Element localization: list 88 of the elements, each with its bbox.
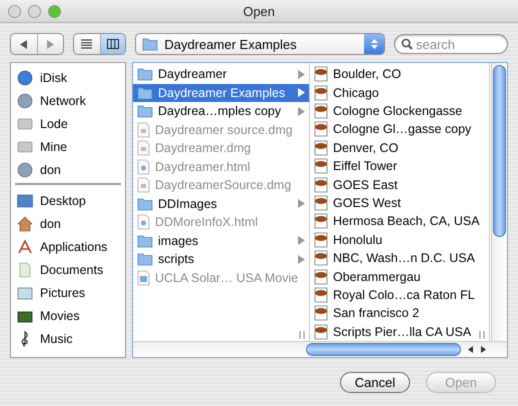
file-row[interactable]: Cologne Gl…gasse copy (310, 120, 489, 139)
horizontal-scrollbar[interactable] (133, 341, 507, 357)
file-row[interactable]: Daydrea…mples copy (133, 102, 309, 120)
left-arrow-icon (468, 346, 473, 353)
sidebar-item[interactable]: Music (11, 327, 125, 350)
hard-drive-icon (16, 116, 34, 132)
document-icon (314, 250, 328, 266)
file-row[interactable]: Honolulu (310, 230, 489, 250)
minimize-button[interactable] (28, 4, 41, 18)
sidebar-item[interactable]: don (11, 212, 125, 235)
document-icon (314, 176, 328, 193)
document-icon (314, 268, 328, 285)
search-icon (401, 38, 413, 50)
disk-image-icon (137, 122, 150, 138)
folder-icon (137, 104, 153, 118)
document-icon (314, 140, 328, 156)
right-arrow-icon (46, 40, 54, 48)
document-icon (314, 158, 328, 174)
picture-frame-icon (16, 284, 34, 300)
document-icon (314, 121, 328, 138)
sidebar-item[interactable]: Network (11, 89, 125, 112)
column-view-button[interactable] (100, 34, 126, 54)
resize-handle-icon[interactable] (299, 331, 305, 339)
right-arrow-icon (481, 346, 486, 353)
sidebar-item[interactable]: don (11, 158, 125, 181)
file-row[interactable]: scripts (133, 250, 309, 268)
file-row[interactable]: images (133, 232, 309, 250)
file-row[interactable]: Cologne Glockengasse (310, 102, 489, 120)
close-button[interactable] (8, 4, 21, 18)
file-row[interactable]: Boulder, CO (310, 65, 489, 84)
hard-drive-icon (16, 138, 34, 154)
file-row[interactable]: Hermosa Beach, CA, USA (310, 212, 489, 231)
sidebar-item[interactable]: Lode (11, 112, 125, 135)
window-title: Open (243, 4, 275, 18)
search-field[interactable]: search (394, 34, 508, 54)
location-popup[interactable]: Daydreamer Examples (135, 33, 385, 55)
document-icon (314, 232, 328, 248)
disk-image-icon (137, 177, 150, 194)
cancel-button[interactable]: Cancel (340, 372, 410, 393)
resize-handle-icon[interactable] (479, 331, 485, 339)
folder-icon (137, 234, 153, 248)
list-icon (81, 39, 92, 49)
sidebar-item[interactable]: iDisk (11, 66, 125, 89)
sidebar-item[interactable]: Mine (11, 135, 125, 158)
file-row[interactable]: Eiffel Tower (310, 157, 489, 176)
sidebar-item[interactable]: Documents (11, 258, 125, 281)
document-icon (314, 213, 328, 230)
document-icon (314, 287, 328, 304)
file-row[interactable]: NBC, Wash…n D.C. USA (310, 249, 489, 268)
zoom-button[interactable] (48, 4, 61, 18)
movie-file-icon (137, 270, 150, 286)
folder-icon (137, 196, 153, 211)
document-icon (314, 84, 328, 101)
stepper-icon (364, 34, 384, 54)
document-icon (314, 66, 328, 82)
sidebar-item[interactable]: Movies (11, 304, 125, 327)
file-row[interactable]: Denver, CO (310, 138, 489, 158)
vertical-scrollbar[interactable] (491, 63, 507, 341)
folder-icon (142, 37, 158, 51)
folder-icon (137, 86, 153, 100)
folder-icon (137, 67, 153, 82)
file-row[interactable]: Scripts Pier…lla CA USA (310, 322, 489, 342)
scroll-thumb[interactable] (306, 343, 461, 356)
disclosure-arrow-icon (298, 199, 305, 208)
left-arrow-icon (20, 40, 28, 48)
folder-icon (137, 252, 153, 266)
file-row[interactable]: Daydreamer (133, 65, 309, 84)
scroll-thumb[interactable] (493, 65, 506, 237)
file-row[interactable]: GOES East (310, 175, 489, 194)
document-icon (314, 103, 328, 120)
file-row[interactable]: GOES West (310, 194, 489, 212)
document-icon (314, 195, 328, 212)
sidebar-item[interactable]: Pictures (11, 281, 125, 304)
sidebar-item[interactable]: Applications (11, 235, 125, 258)
house-icon (16, 216, 34, 232)
sidebar-item[interactable]: Desktop (11, 189, 125, 212)
file-row[interactable]: DDImages (133, 194, 309, 213)
file-row[interactable]: San francisco 2 (310, 304, 489, 323)
document-icon (314, 324, 328, 340)
disk-image-icon (137, 140, 150, 156)
columns-icon (106, 39, 119, 49)
web-page-icon (137, 158, 150, 175)
file-row[interactable]: Chicago (310, 83, 489, 102)
document-icon (314, 305, 328, 322)
file-row[interactable]: Royal Colo…ca Raton FL (310, 286, 489, 304)
file-row[interactable]: Oberammergau (310, 267, 489, 286)
web-page-icon (137, 214, 150, 230)
file-row[interactable]: Daydreamer Examples (133, 84, 309, 102)
